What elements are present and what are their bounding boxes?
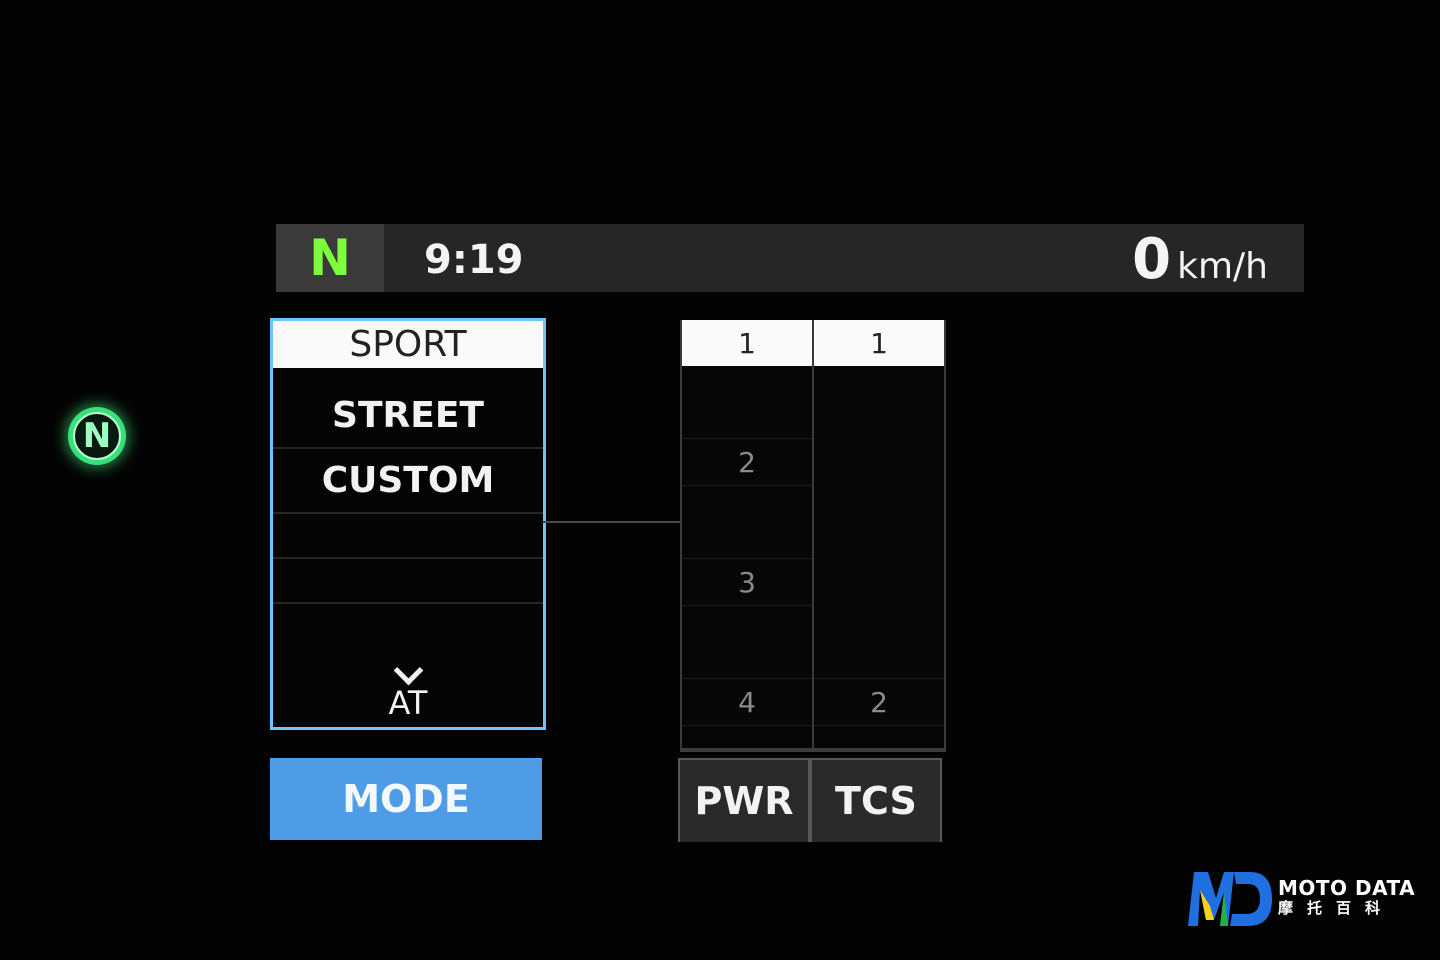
- mode-option-empty: [273, 514, 543, 559]
- tcs-tab[interactable]: TCS: [810, 758, 942, 842]
- more-modes-label: AT: [388, 684, 428, 722]
- pwr-level-option[interactable]: 2: [682, 438, 812, 486]
- pwr-level-option[interactable]: 4: [682, 678, 812, 726]
- speed-unit: km/h: [1177, 246, 1268, 287]
- column-divider: [680, 748, 814, 752]
- mode-option-empty: [273, 559, 543, 604]
- neutral-indicator-lamp: N: [68, 407, 126, 465]
- tcs-level-column: 1 2: [812, 320, 946, 752]
- logo-title: MOTO DATA: [1278, 876, 1416, 901]
- tcs-level-option[interactable]: 2: [814, 678, 944, 726]
- pwr-level-column: 1 2 3 4: [680, 320, 814, 752]
- pwr-selected-level[interactable]: 1: [682, 320, 812, 366]
- chevron-down-icon: [393, 655, 423, 686]
- speedometer: 0 km/h: [1132, 232, 1268, 288]
- mode-option-street[interactable]: STREET: [273, 384, 543, 449]
- column-divider: [812, 748, 946, 752]
- mode-button[interactable]: MODE: [270, 758, 542, 840]
- pwr-level-option[interactable]: 3: [682, 558, 812, 606]
- md-logo-icon: [1188, 872, 1272, 926]
- tcs-selected-level[interactable]: 1: [814, 320, 944, 366]
- neutral-indicator-letter: N: [73, 412, 121, 460]
- logo-subtitle: 摩托百科: [1278, 899, 1395, 918]
- gear-value: N: [309, 229, 351, 287]
- gear-indicator: N: [276, 224, 384, 292]
- more-modes[interactable]: AT: [273, 655, 543, 722]
- connector-line: [543, 521, 681, 523]
- pwr-tab[interactable]: PWR: [678, 758, 810, 842]
- mode-option-sport[interactable]: SPORT: [273, 321, 543, 368]
- motodata-logo: MOTO DATA 摩托百科: [1186, 868, 1415, 928]
- mode-option-custom[interactable]: CUSTOM: [273, 449, 543, 514]
- riding-mode-list: SPORT STREET CUSTOM AT: [270, 318, 546, 730]
- speed-value: 0: [1132, 227, 1172, 292]
- clock: 9:19: [424, 237, 524, 283]
- status-bar: N 9:19 0 km/h: [276, 224, 1304, 292]
